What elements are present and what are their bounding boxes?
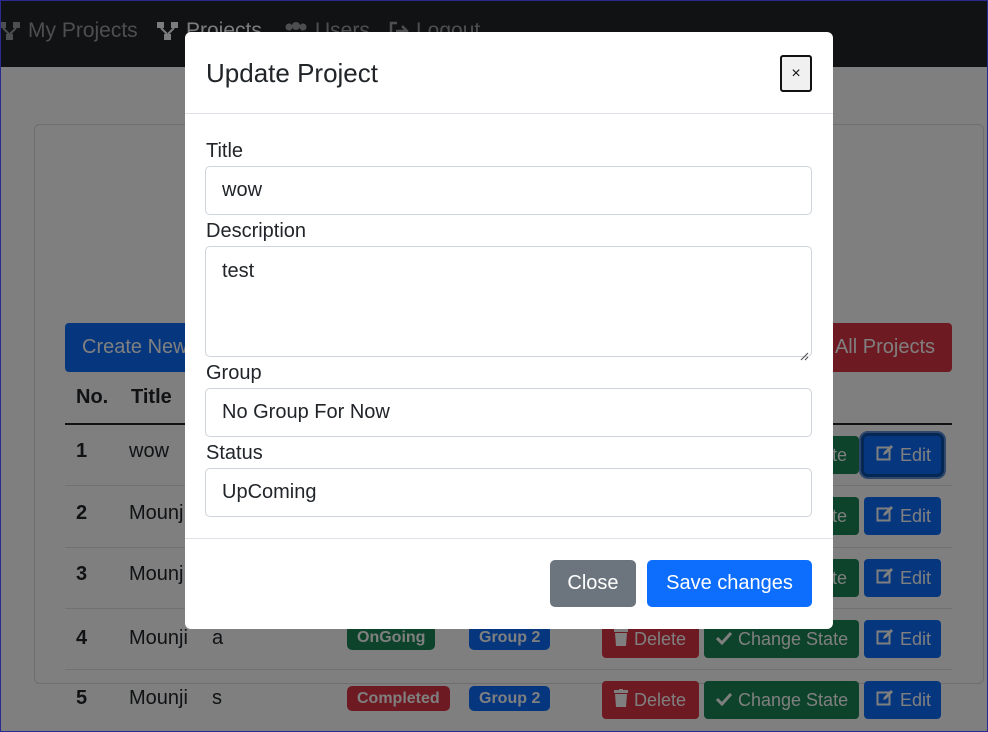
save-changes-button[interactable]: Save changes bbox=[647, 560, 812, 607]
group-field[interactable]: No Group For Now bbox=[205, 388, 812, 437]
modal-header-divider bbox=[185, 113, 833, 114]
group-field-value: No Group For Now bbox=[222, 401, 390, 423]
update-project-modal: Update Project × Title wow Description t… bbox=[185, 32, 833, 629]
description-textarea[interactable]: test bbox=[205, 246, 812, 361]
status-field[interactable]: UpComing bbox=[205, 468, 812, 517]
group-label: Group bbox=[206, 362, 262, 384]
resize-handle-icon[interactable] bbox=[799, 344, 809, 361]
modal-close-x-button[interactable]: × bbox=[780, 55, 812, 92]
status-field-value: UpComing bbox=[222, 481, 317, 503]
close-button-label: Close bbox=[567, 572, 619, 594]
description-label: Description bbox=[206, 220, 307, 242]
status-label: Status bbox=[206, 442, 263, 464]
title-input[interactable]: wow bbox=[205, 166, 812, 215]
title-label: Title bbox=[206, 140, 244, 162]
close-icon: × bbox=[791, 64, 801, 82]
modal-footer-divider bbox=[185, 538, 833, 539]
close-button[interactable]: Close bbox=[550, 560, 636, 607]
title-input-value: wow bbox=[222, 179, 263, 201]
description-textarea-value: test bbox=[222, 260, 255, 282]
modal-title: Update Project bbox=[206, 58, 378, 88]
save-changes-label: Save changes bbox=[666, 572, 793, 594]
